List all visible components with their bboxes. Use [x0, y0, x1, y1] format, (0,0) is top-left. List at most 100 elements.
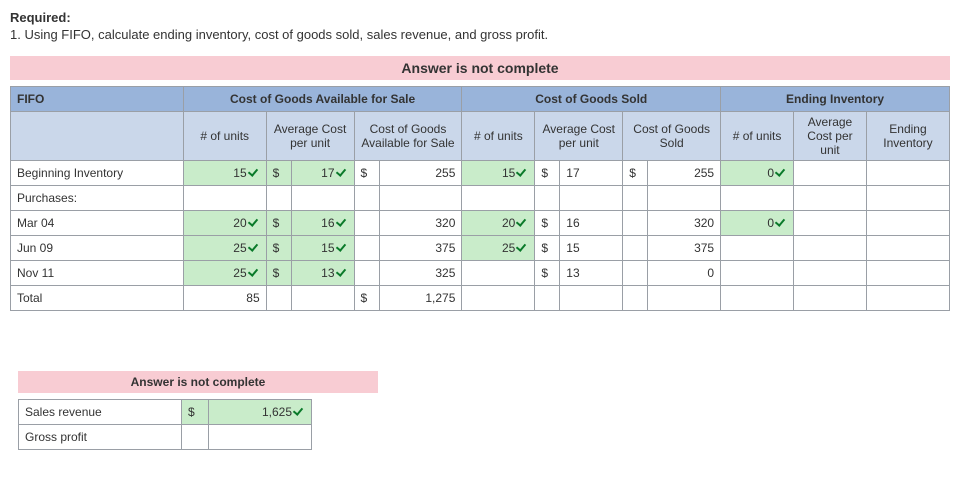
jun-units-a[interactable]: 25 [183, 236, 266, 261]
jun-avg-a-cur: $ [266, 236, 291, 261]
sub-avg-b: Average Cost per unit [535, 112, 623, 161]
label-nov: Nov 11 [11, 261, 184, 286]
row-total: Total 85 $ 1,275 [11, 286, 950, 311]
beg-amt-b[interactable]: 255 [648, 161, 721, 186]
sales-label: Sales revenue [19, 400, 182, 425]
sub-units-a: # of units [183, 112, 266, 161]
row-purchases: Purchases: [11, 186, 950, 211]
check-icon [248, 243, 260, 255]
label-purchases: Purchases: [11, 186, 184, 211]
nov-amt-b[interactable]: 0 [648, 261, 721, 286]
jun-amt-b[interactable]: 375 [648, 236, 721, 261]
check-icon [248, 268, 260, 280]
nov-units-a[interactable]: 25 [183, 261, 266, 286]
mar-units-c[interactable]: 0 [721, 211, 794, 236]
row-jun: Jun 09 25 $ 15 375 25 $ 15 375 [11, 236, 950, 261]
jun-avg-a[interactable]: 15 [291, 236, 354, 261]
row-sales: Sales revenue $ 1,625 [19, 400, 312, 425]
hdr-ending: Ending Inventory [721, 87, 950, 112]
beg-avg-c[interactable] [794, 161, 867, 186]
check-icon [336, 243, 348, 255]
beg-units-c[interactable]: 0 [721, 161, 794, 186]
summary-table: Sales revenue $ 1,625 Gross profit [18, 399, 312, 450]
label-total: Total [11, 286, 184, 311]
sub-units-b: # of units [462, 112, 535, 161]
check-icon [516, 243, 528, 255]
beg-units-b[interactable]: 15 [462, 161, 535, 186]
nov-units-b[interactable] [462, 261, 535, 286]
sub-cogs: Cost of Goods Sold [623, 112, 721, 161]
row-gross: Gross profit [19, 425, 312, 450]
label-beg: Beginning Inventory [11, 161, 184, 186]
mar-avg-a[interactable]: 16 [291, 211, 354, 236]
required-text: 1. Using FIFO, calculate ending inventor… [10, 27, 950, 42]
total-amt-a: 1,275 [379, 286, 462, 311]
total-units-a: 85 [183, 286, 266, 311]
nov-avg-a-cur: $ [266, 261, 291, 286]
sales-value[interactable]: 1,625 [209, 400, 312, 425]
check-icon [336, 168, 348, 180]
row-nov: Nov 11 25 $ 13 325 $ 13 0 [11, 261, 950, 286]
subhdr-blank [11, 112, 184, 161]
nov-units-c[interactable] [721, 261, 794, 286]
beg-avg-b[interactable]: 17 [560, 161, 623, 186]
jun-avg-b-cur: $ [535, 236, 560, 261]
mar-amt-b[interactable]: 320 [648, 211, 721, 236]
row-beginning: Beginning Inventory 15 $ 17 $ 255 15 $ 1… [11, 161, 950, 186]
banner-incomplete-small: Answer is not complete [18, 371, 378, 393]
sub-avg-a: Average Cost per unit [266, 112, 354, 161]
check-icon [516, 168, 528, 180]
check-icon [248, 218, 260, 230]
beg-avg-b-cur: $ [535, 161, 560, 186]
sub-cogas: Cost of Goods Available for Sale [354, 112, 462, 161]
check-icon [775, 218, 787, 230]
beg-amt-c[interactable] [866, 161, 949, 186]
jun-avg-b[interactable]: 15 [560, 236, 623, 261]
total-amt-a-cur: $ [354, 286, 379, 311]
hdr-fifo: FIFO [11, 87, 184, 112]
beg-avg-a-cur: $ [266, 161, 291, 186]
mar-avg-c[interactable] [794, 211, 867, 236]
mar-amt-c[interactable] [866, 211, 949, 236]
nov-avg-b[interactable]: 13 [560, 261, 623, 286]
beg-avg-a[interactable]: 17 [291, 161, 354, 186]
sub-units-c: # of units [721, 112, 794, 161]
gross-value[interactable] [209, 425, 312, 450]
nov-avg-a[interactable]: 13 [291, 261, 354, 286]
jun-amt-c[interactable] [866, 236, 949, 261]
sub-ending: Ending Inventory [866, 112, 949, 161]
required-label: Required: [10, 10, 950, 25]
jun-units-c[interactable] [721, 236, 794, 261]
mar-avg-b[interactable]: 16 [560, 211, 623, 236]
jun-units-b[interactable]: 25 [462, 236, 535, 261]
hdr-cogs: Cost of Goods Sold [462, 87, 721, 112]
check-icon [293, 407, 305, 419]
mar-units-a[interactable]: 20 [183, 211, 266, 236]
gross-label: Gross profit [19, 425, 182, 450]
label-jun: Jun 09 [11, 236, 184, 261]
mar-avg-a-cur: $ [266, 211, 291, 236]
hdr-cogas: Cost of Goods Available for Sale [183, 87, 462, 112]
beg-amt-a: 255 [379, 161, 462, 186]
beg-units-a[interactable]: 15 [183, 161, 266, 186]
check-icon [775, 168, 787, 180]
mar-units-b[interactable]: 20 [462, 211, 535, 236]
check-icon [336, 218, 348, 230]
mar-avg-b-cur: $ [535, 211, 560, 236]
check-icon [516, 218, 528, 230]
nov-amt-c[interactable] [866, 261, 949, 286]
row-mar: Mar 04 20 $ 16 320 20 $ 16 320 0 [11, 211, 950, 236]
banner-incomplete-main: Answer is not complete [10, 56, 950, 80]
label-mar: Mar 04 [11, 211, 184, 236]
beg-amt-b-cur: $ [623, 161, 648, 186]
sub-avg-c: Average Cost per unit [794, 112, 867, 161]
fifo-table: FIFO Cost of Goods Available for Sale Co… [10, 86, 950, 311]
nov-amt-a: 325 [379, 261, 462, 286]
check-icon [248, 168, 260, 180]
jun-amt-a: 375 [379, 236, 462, 261]
mar-amt-a: 320 [379, 211, 462, 236]
nov-avg-c[interactable] [794, 261, 867, 286]
nov-avg-b-cur: $ [535, 261, 560, 286]
jun-avg-c[interactable] [794, 236, 867, 261]
check-icon [336, 268, 348, 280]
